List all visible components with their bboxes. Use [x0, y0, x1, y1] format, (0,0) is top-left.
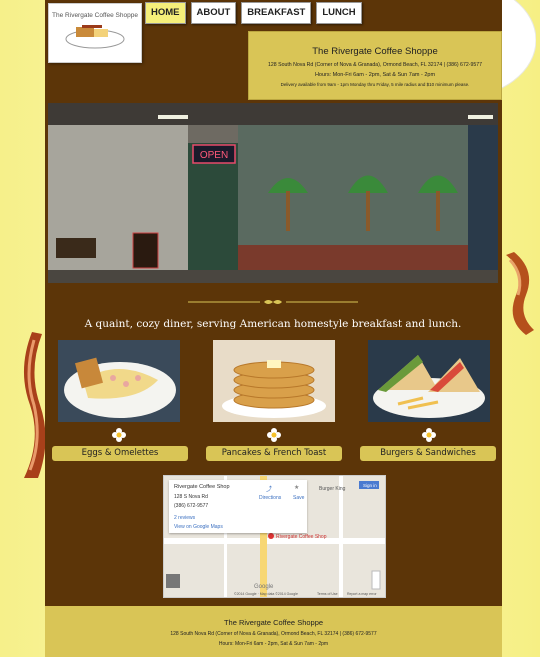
site-logo[interactable]: The Rivergate Coffee Shoppe [48, 3, 142, 63]
map-reviews-link[interactable]: 2 reviews [174, 515, 195, 521]
nav-home[interactable]: HOME [145, 2, 186, 24]
sandwich-photo[interactable] [368, 340, 490, 422]
map-save-button[interactable]: Save [293, 495, 304, 501]
footer-name: The Rivergate Coffee Shoppe [223, 618, 324, 627]
main-nav: HOME ABOUT BREAKFAST LUNCH [145, 2, 362, 24]
map-address: 128 S Nova Rd [174, 494, 208, 500]
directions-icon[interactable]: ⤴ [259, 484, 279, 493]
nav-breakfast[interactable]: BREAKFAST [241, 2, 312, 24]
map-burger-king: Burger King [319, 486, 346, 492]
map-phone: (386) 672-9577 [174, 503, 209, 509]
map-view-link[interactable]: View on Google Maps [174, 524, 223, 530]
menu-link-burgers[interactable]: Burgers & Sandwiches [360, 446, 496, 461]
logo-text: The Rivergate Coffee Shoppe [52, 12, 138, 19]
open-sign: OPEN [200, 150, 228, 161]
bacon-image-right [506, 252, 534, 335]
footer: The Rivergate Coffee Shoppe 128 South No… [45, 606, 502, 657]
map-place-name: Rivergate Coffee Shop [174, 484, 230, 490]
info-name: The Rivergate Coffee Shoppe [312, 46, 438, 57]
flower-icon [267, 428, 281, 442]
menu-link-pancakes[interactable]: Pancakes & French Toast [206, 446, 342, 461]
eggs-omelettes-photo[interactable] [58, 340, 180, 422]
map-info-card: Rivergate Coffee Shop 128 S Nova Rd (386… [169, 480, 307, 533]
nav-about[interactable]: ABOUT [190, 2, 237, 24]
menu-link-eggs[interactable]: Eggs & Omelettes [52, 446, 188, 461]
info-delivery: Delivery available from 9am - 1pm Monday… [280, 82, 470, 87]
star-icon[interactable]: ★ [294, 484, 299, 491]
tagline: A quaint, cozy diner, serving American h… [84, 318, 462, 330]
info-address: 128 South Nova Rd (Corner of Nova & Gran… [268, 62, 482, 68]
map-copyright: ©2014 Google · Map data ©2014 Google [234, 592, 298, 596]
logo-plate-icon [65, 25, 125, 49]
flower-icon [422, 428, 436, 442]
pancakes-photo[interactable] [213, 340, 335, 422]
storefront-photo: OPEN [48, 103, 498, 283]
info-hours: Hours: Mon-Fri 6am - 2pm, Sat & Sun 7am … [314, 72, 436, 78]
flower-icon [112, 428, 126, 442]
map-terms: Terms of Use [317, 592, 338, 596]
map-signin-button: Sign in [363, 483, 377, 488]
ornament-divider [188, 300, 358, 304]
svg-text:Google: Google [254, 584, 274, 590]
map-pin-label: Rivergate Coffee Shop [276, 534, 327, 540]
info-box: The Rivergate Coffee Shoppe 128 South No… [248, 31, 502, 100]
map-directions-button[interactable]: Directions [259, 495, 281, 501]
footer-address: 128 South Nova Rd (Corner of Nova & Gran… [170, 631, 377, 637]
nav-lunch[interactable]: LUNCH [316, 2, 362, 24]
map-report: Report a map error [347, 592, 377, 596]
footer-hours: Hours: Mon-Fri 6am - 2pm, Sat & Sun 7am … [218, 641, 329, 647]
embedded-map[interactable]: Rivergate Coffee Shop Burger King Google… [163, 475, 386, 598]
